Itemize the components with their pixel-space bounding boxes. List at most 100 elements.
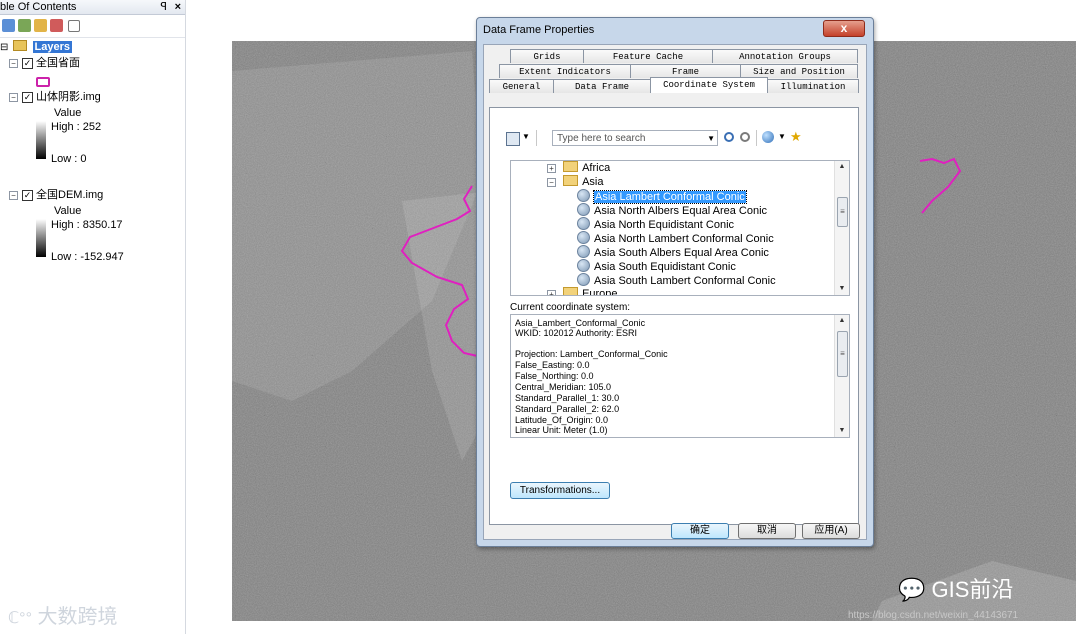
dialog-body: Grids Feature Cache Annotation Groups Ex… — [483, 44, 867, 540]
filter-icon[interactable] — [506, 132, 520, 146]
tab-illumination[interactable]: Illumination — [767, 79, 859, 93]
pin-icon[interactable]: ꟼ — [160, 0, 167, 14]
tree-item[interactable]: Asia South Albers Equal Area Conic — [577, 245, 769, 259]
expand-toggle[interactable]: − — [9, 92, 18, 102]
watermark-right-text: GIS前沿 — [931, 577, 1014, 602]
tree-node-europe[interactable]: + Europe — [547, 287, 618, 295]
ok-button[interactable]: 确定 — [671, 523, 729, 539]
globe-menu-arrow-icon[interactable]: ▼ — [778, 132, 786, 141]
tab-frame[interactable]: Frame — [630, 64, 741, 78]
scroll-up-arrow[interactable]: ▲ — [835, 161, 849, 173]
globe-dropdown-icon[interactable] — [762, 131, 774, 143]
tree-item[interactable]: Asia North Lambert Conformal Conic — [577, 231, 774, 245]
tree-item-label: Asia North Equidistant Conic — [594, 219, 735, 231]
tree-node-label: Africa — [582, 162, 611, 174]
projection-globe-icon — [577, 259, 590, 272]
tree-scrollbar[interactable]: ▲ ≡ ▼ — [834, 161, 849, 295]
tab-data-frame[interactable]: Data Frame — [553, 79, 651, 93]
tab-coordinate-system[interactable]: Coordinate System — [650, 77, 768, 93]
layer-name: 山体阴影.img — [36, 91, 101, 103]
layers-root-label[interactable]: Layers — [32, 41, 72, 53]
tree-item[interactable]: Asia North Albers Equal Area Conic — [577, 203, 767, 217]
projection-globe-icon — [577, 203, 590, 216]
legend-high-label: High : 252 — [51, 121, 102, 133]
cs-detail-line: Central_Meridian: 105.0 — [515, 382, 612, 392]
cs-detail-line: False_Easting: 0.0 — [515, 360, 590, 370]
transformations-button[interactable]: Transformations... — [510, 482, 610, 499]
tab-grids[interactable]: Grids — [510, 49, 584, 63]
cancel-button[interactable]: 取消 — [738, 523, 796, 539]
layer-item[interactable]: − ✓ 全国省面 — [9, 55, 80, 71]
coordinate-system-tree[interactable]: + Africa − Asia Asia Lambert Conformal C… — [510, 160, 850, 296]
toc-toolbar — [0, 15, 185, 38]
current-coordinate-system-details[interactable]: Asia_Lambert_Conformal_Conic WKID: 10201… — [510, 314, 850, 438]
layer-visibility-checkbox[interactable]: ✓ — [22, 189, 33, 201]
tree-item-label: Asia South Albers Equal Area Conic — [594, 247, 769, 259]
cs-detail-line: Projection: Lambert_Conformal_Conic — [515, 349, 668, 359]
apply-button[interactable]: 应用(A) — [802, 523, 860, 539]
tree-item-asia-lambert-conformal-conic[interactable]: Asia Lambert Conformal Conic — [577, 189, 747, 204]
list-by-visibility-icon[interactable] — [34, 19, 47, 32]
list-by-selection-icon[interactable] — [50, 19, 63, 32]
tree-item[interactable]: Asia South Lambert Conformal Conic — [577, 273, 776, 287]
tab-general[interactable]: General — [489, 79, 554, 93]
toc-close-button[interactable]: × — [175, 0, 181, 14]
tree-item[interactable]: Asia North Equidistant Conic — [577, 217, 734, 231]
layers-folder-icon — [13, 40, 28, 51]
list-by-drawing-order-icon[interactable] — [2, 19, 15, 32]
open-folder-icon — [563, 175, 579, 186]
add-to-favorites-icon[interactable]: ★ — [790, 129, 802, 145]
options-icon[interactable] — [68, 20, 80, 32]
cs-detail-line: Standard_Parallel_2: 62.0 — [515, 404, 620, 414]
tree-node-asia[interactable]: − Asia — [547, 175, 603, 189]
root-toggle[interactable]: ⊟ — [0, 42, 8, 53]
scroll-thumb[interactable]: ≡ — [837, 331, 848, 377]
toolbar-separator — [756, 130, 757, 146]
tree-item[interactable]: Asia South Equidistant Conic — [577, 259, 736, 273]
layer-name: 全国DEM.img — [36, 189, 104, 201]
tab-annotation-groups[interactable]: Annotation Groups — [712, 49, 858, 63]
cs-detail-line: Asia_Lambert_Conformal_Conic — [515, 318, 646, 328]
filter-dropdown-icon[interactable]: ▼ — [522, 132, 530, 141]
expand-toggle[interactable]: + — [547, 163, 556, 173]
folder-icon — [563, 287, 579, 295]
details-scrollbar[interactable]: ▲ ≡ ▼ — [834, 315, 849, 437]
color-ramp[interactable] — [36, 219, 46, 257]
list-by-source-icon[interactable] — [18, 19, 31, 32]
layer-name: 全国省面 — [36, 57, 80, 69]
dialog-close-button[interactable]: x — [823, 20, 865, 37]
tab-feature-cache[interactable]: Feature Cache — [583, 49, 713, 63]
tree-item-label: Asia South Equidistant Conic — [594, 261, 736, 273]
tree-item-label-selected: Asia Lambert Conformal Conic — [593, 190, 747, 204]
tab-size-and-position[interactable]: Size and Position — [740, 64, 858, 78]
tree-node-africa[interactable]: + Africa — [547, 161, 610, 175]
legend-value-label: Value — [54, 107, 82, 119]
toolbar-separator — [536, 130, 537, 146]
folder-icon — [563, 161, 579, 172]
search-input[interactable]: Type here to search ▼ — [552, 130, 718, 146]
clear-search-icon[interactable] — [740, 132, 750, 142]
search-dropdown-icon[interactable]: ▼ — [707, 131, 715, 147]
scroll-down-arrow[interactable]: ▼ — [835, 425, 849, 437]
scroll-down-arrow[interactable]: ▼ — [835, 283, 849, 295]
scroll-up-arrow[interactable]: ▲ — [835, 315, 849, 327]
search-icon[interactable] — [724, 132, 734, 142]
tab-extent-indicators[interactable]: Extent Indicators — [499, 64, 631, 78]
current-coordinate-system-label: Current coordinate system: — [510, 302, 631, 313]
scroll-thumb[interactable]: ≡ — [837, 197, 848, 227]
projection-globe-icon — [577, 217, 590, 230]
layer-item[interactable]: − ✓ 全国DEM.img — [9, 187, 103, 203]
tree-item-label: Asia South Lambert Conformal Conic — [594, 275, 776, 287]
layer-visibility-checkbox[interactable]: ✓ — [22, 91, 33, 103]
expand-toggle[interactable]: + — [547, 289, 556, 295]
polygon-symbol-icon[interactable] — [36, 77, 50, 87]
expand-toggle[interactable]: − — [547, 177, 556, 187]
color-ramp[interactable] — [36, 121, 46, 159]
expand-toggle[interactable]: − — [9, 190, 18, 200]
layer-item[interactable]: − ✓ 山体阴影.img — [9, 89, 101, 105]
expand-toggle[interactable]: − — [9, 58, 18, 68]
legend-value-label: Value — [54, 205, 82, 217]
layers-root[interactable]: ⊟ Layers — [0, 39, 72, 55]
cs-detail-line: Linear Unit: Meter (1.0) — [515, 425, 608, 435]
layer-visibility-checkbox[interactable]: ✓ — [22, 57, 33, 69]
